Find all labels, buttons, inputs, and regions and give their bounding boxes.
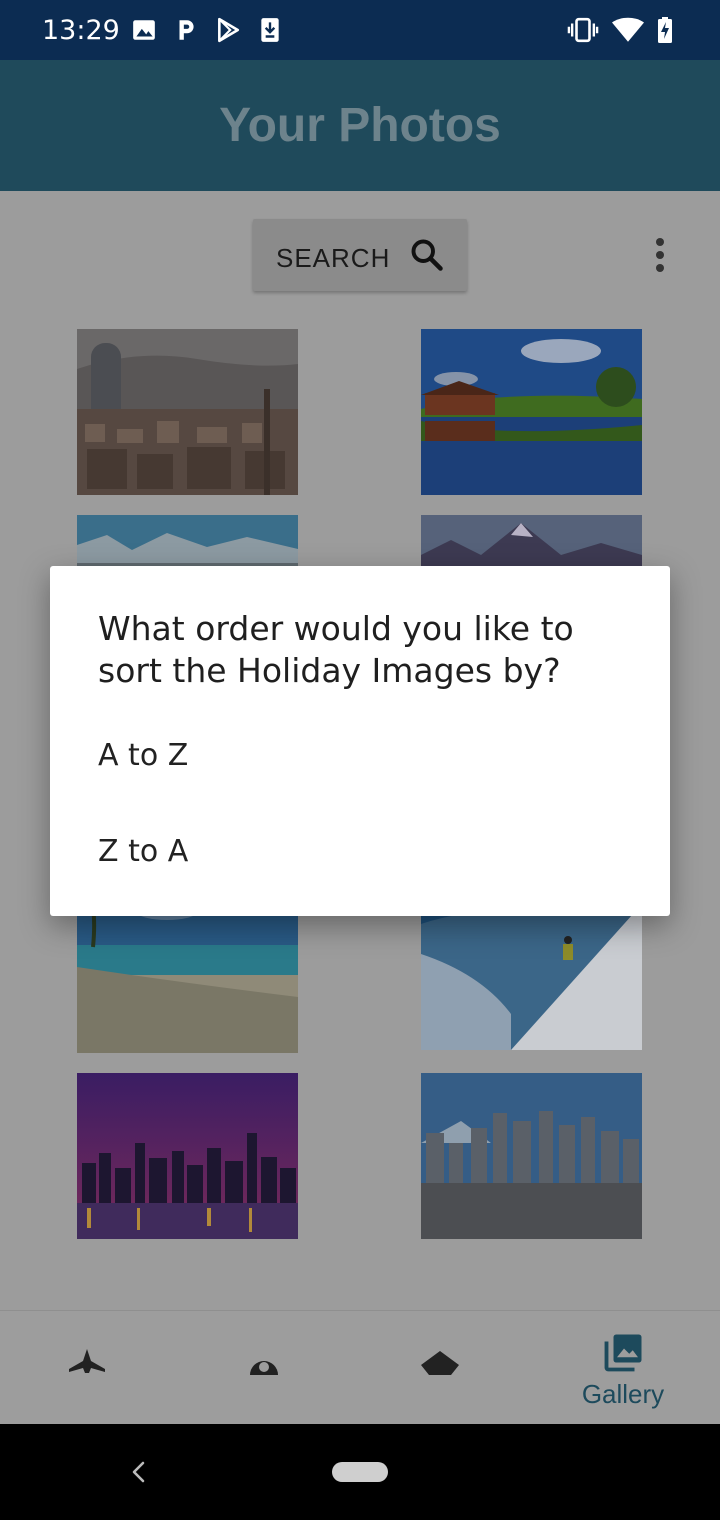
- search-button[interactable]: SEARCH: [253, 219, 467, 291]
- vibrate-icon: [567, 17, 599, 43]
- nav-item-gallery[interactable]: Gallery: [563, 1311, 683, 1425]
- nav-gallery-label: Gallery: [581, 1379, 665, 1409]
- sort-order-dialog: What order would you like to sort the Ho…: [50, 566, 670, 916]
- sort-option-label: Z to A: [98, 834, 189, 869]
- bottom-navigation: Gallery: [0, 1310, 720, 1425]
- more-options-icon[interactable]: [650, 237, 670, 273]
- nav-item-flights[interactable]: [27, 1311, 147, 1425]
- gallery-icon: [604, 1334, 642, 1372]
- home-pill[interactable]: [332, 1462, 388, 1482]
- status-bar: 13:29: [0, 0, 720, 60]
- airplane-icon: [69, 1349, 105, 1373]
- sort-option-label: A to Z: [98, 738, 189, 773]
- system-navigation-bar: [0, 1424, 720, 1520]
- back-icon[interactable]: [128, 1460, 150, 1484]
- photo-city-mount-fuji[interactable]: [421, 1073, 642, 1239]
- place-icon: [250, 1361, 278, 1375]
- app-bar: Your Photos: [0, 60, 720, 191]
- play-store-icon: [218, 17, 240, 43]
- image-icon: [133, 20, 155, 40]
- photo-city-barcelona[interactable]: [77, 329, 298, 495]
- status-time: 13:29: [42, 15, 120, 46]
- search-icon: [411, 239, 443, 271]
- sort-option-z-to-a[interactable]: Z to A: [50, 808, 670, 898]
- nav-item-places[interactable]: [204, 1311, 324, 1425]
- wifi-icon: [612, 17, 644, 42]
- download-icon: [261, 18, 279, 42]
- nav-item-layers[interactable]: [380, 1311, 500, 1425]
- search-button-label: SEARCH: [276, 243, 391, 273]
- dialog-title: What order would you like to sort the Ho…: [98, 609, 574, 690]
- layers-icon: [421, 1351, 459, 1375]
- photo-night-skyline[interactable]: [77, 1073, 298, 1239]
- battery-charging-icon: [658, 17, 672, 43]
- page-title: Your Photos: [219, 99, 501, 152]
- sort-option-a-to-z[interactable]: A to Z: [50, 712, 670, 802]
- photo-lake-house[interactable]: [421, 329, 642, 495]
- parking-p-icon: [179, 20, 194, 40]
